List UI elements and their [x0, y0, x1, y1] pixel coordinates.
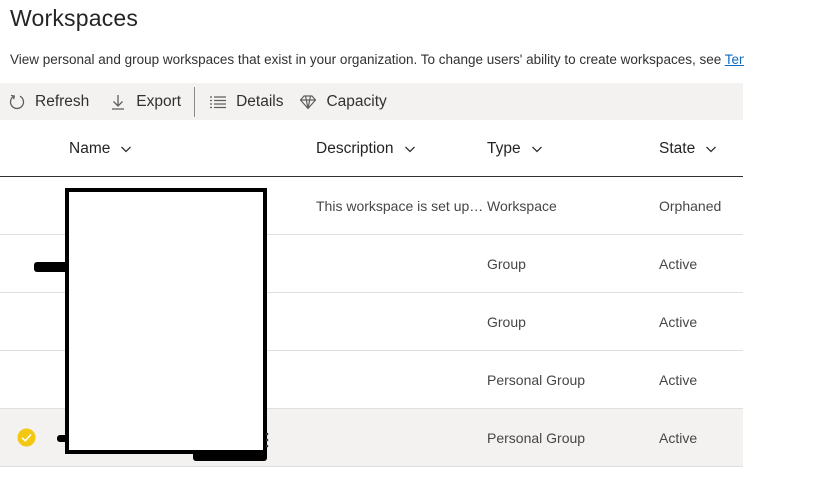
column-header-description-label: Description — [316, 140, 394, 157]
refresh-label: Refresh — [35, 92, 90, 110]
redaction-mark — [34, 262, 68, 272]
more-options-icon[interactable] — [264, 431, 270, 449]
column-header-state-label: State — [659, 140, 696, 157]
toolbar-divider — [194, 86, 196, 117]
page-title: Workspaces — [10, 5, 139, 31]
capacity-button[interactable]: Capacity — [291, 83, 394, 120]
export-label: Export — [136, 92, 182, 110]
page-description-text: View personal and group workspaces that … — [10, 52, 722, 67]
command-bar: Refresh Export Details Capacity — [0, 83, 743, 120]
row-type: Group — [487, 314, 526, 330]
table-header: Name Description Type State — [0, 120, 743, 177]
chevron-down-icon — [120, 143, 132, 155]
details-button[interactable]: Details — [201, 83, 291, 120]
chevron-down-icon — [705, 143, 717, 155]
column-header-type-label: Type — [487, 140, 521, 157]
redaction-box — [65, 188, 267, 454]
row-state: Active — [659, 430, 698, 446]
column-header-description[interactable]: Description — [316, 140, 416, 158]
tenant-settings-link[interactable]: Ten — [725, 52, 744, 67]
row-state: Active — [659, 256, 698, 272]
row-type: Group — [487, 256, 526, 272]
row-state: Orphaned — [659, 198, 722, 214]
export-button[interactable]: Export — [101, 83, 189, 120]
refresh-button[interactable]: Refresh — [0, 83, 97, 120]
row-state: Active — [659, 314, 698, 330]
row-description: This workspace is set up s... — [316, 198, 484, 214]
row-type: Workspace — [487, 198, 557, 214]
row-state: Active — [659, 372, 698, 388]
chevron-down-icon — [404, 143, 416, 155]
row-type: Personal Group — [487, 372, 586, 388]
row-type: Personal Group — [487, 430, 586, 446]
column-header-name[interactable]: Name — [69, 140, 132, 158]
details-label: Details — [236, 92, 284, 110]
chevron-down-icon — [531, 143, 543, 155]
download-icon — [109, 93, 127, 111]
refresh-icon — [8, 93, 26, 111]
page-description: View personal and group workspaces that … — [10, 52, 744, 67]
column-header-state[interactable]: State — [659, 140, 717, 158]
column-header-type[interactable]: Type — [487, 140, 543, 158]
list-icon — [209, 93, 227, 111]
diamond-icon — [299, 93, 317, 111]
capacity-label: Capacity — [326, 92, 387, 110]
checkmark-circle-icon[interactable] — [17, 428, 36, 447]
column-header-name-label: Name — [69, 140, 111, 157]
